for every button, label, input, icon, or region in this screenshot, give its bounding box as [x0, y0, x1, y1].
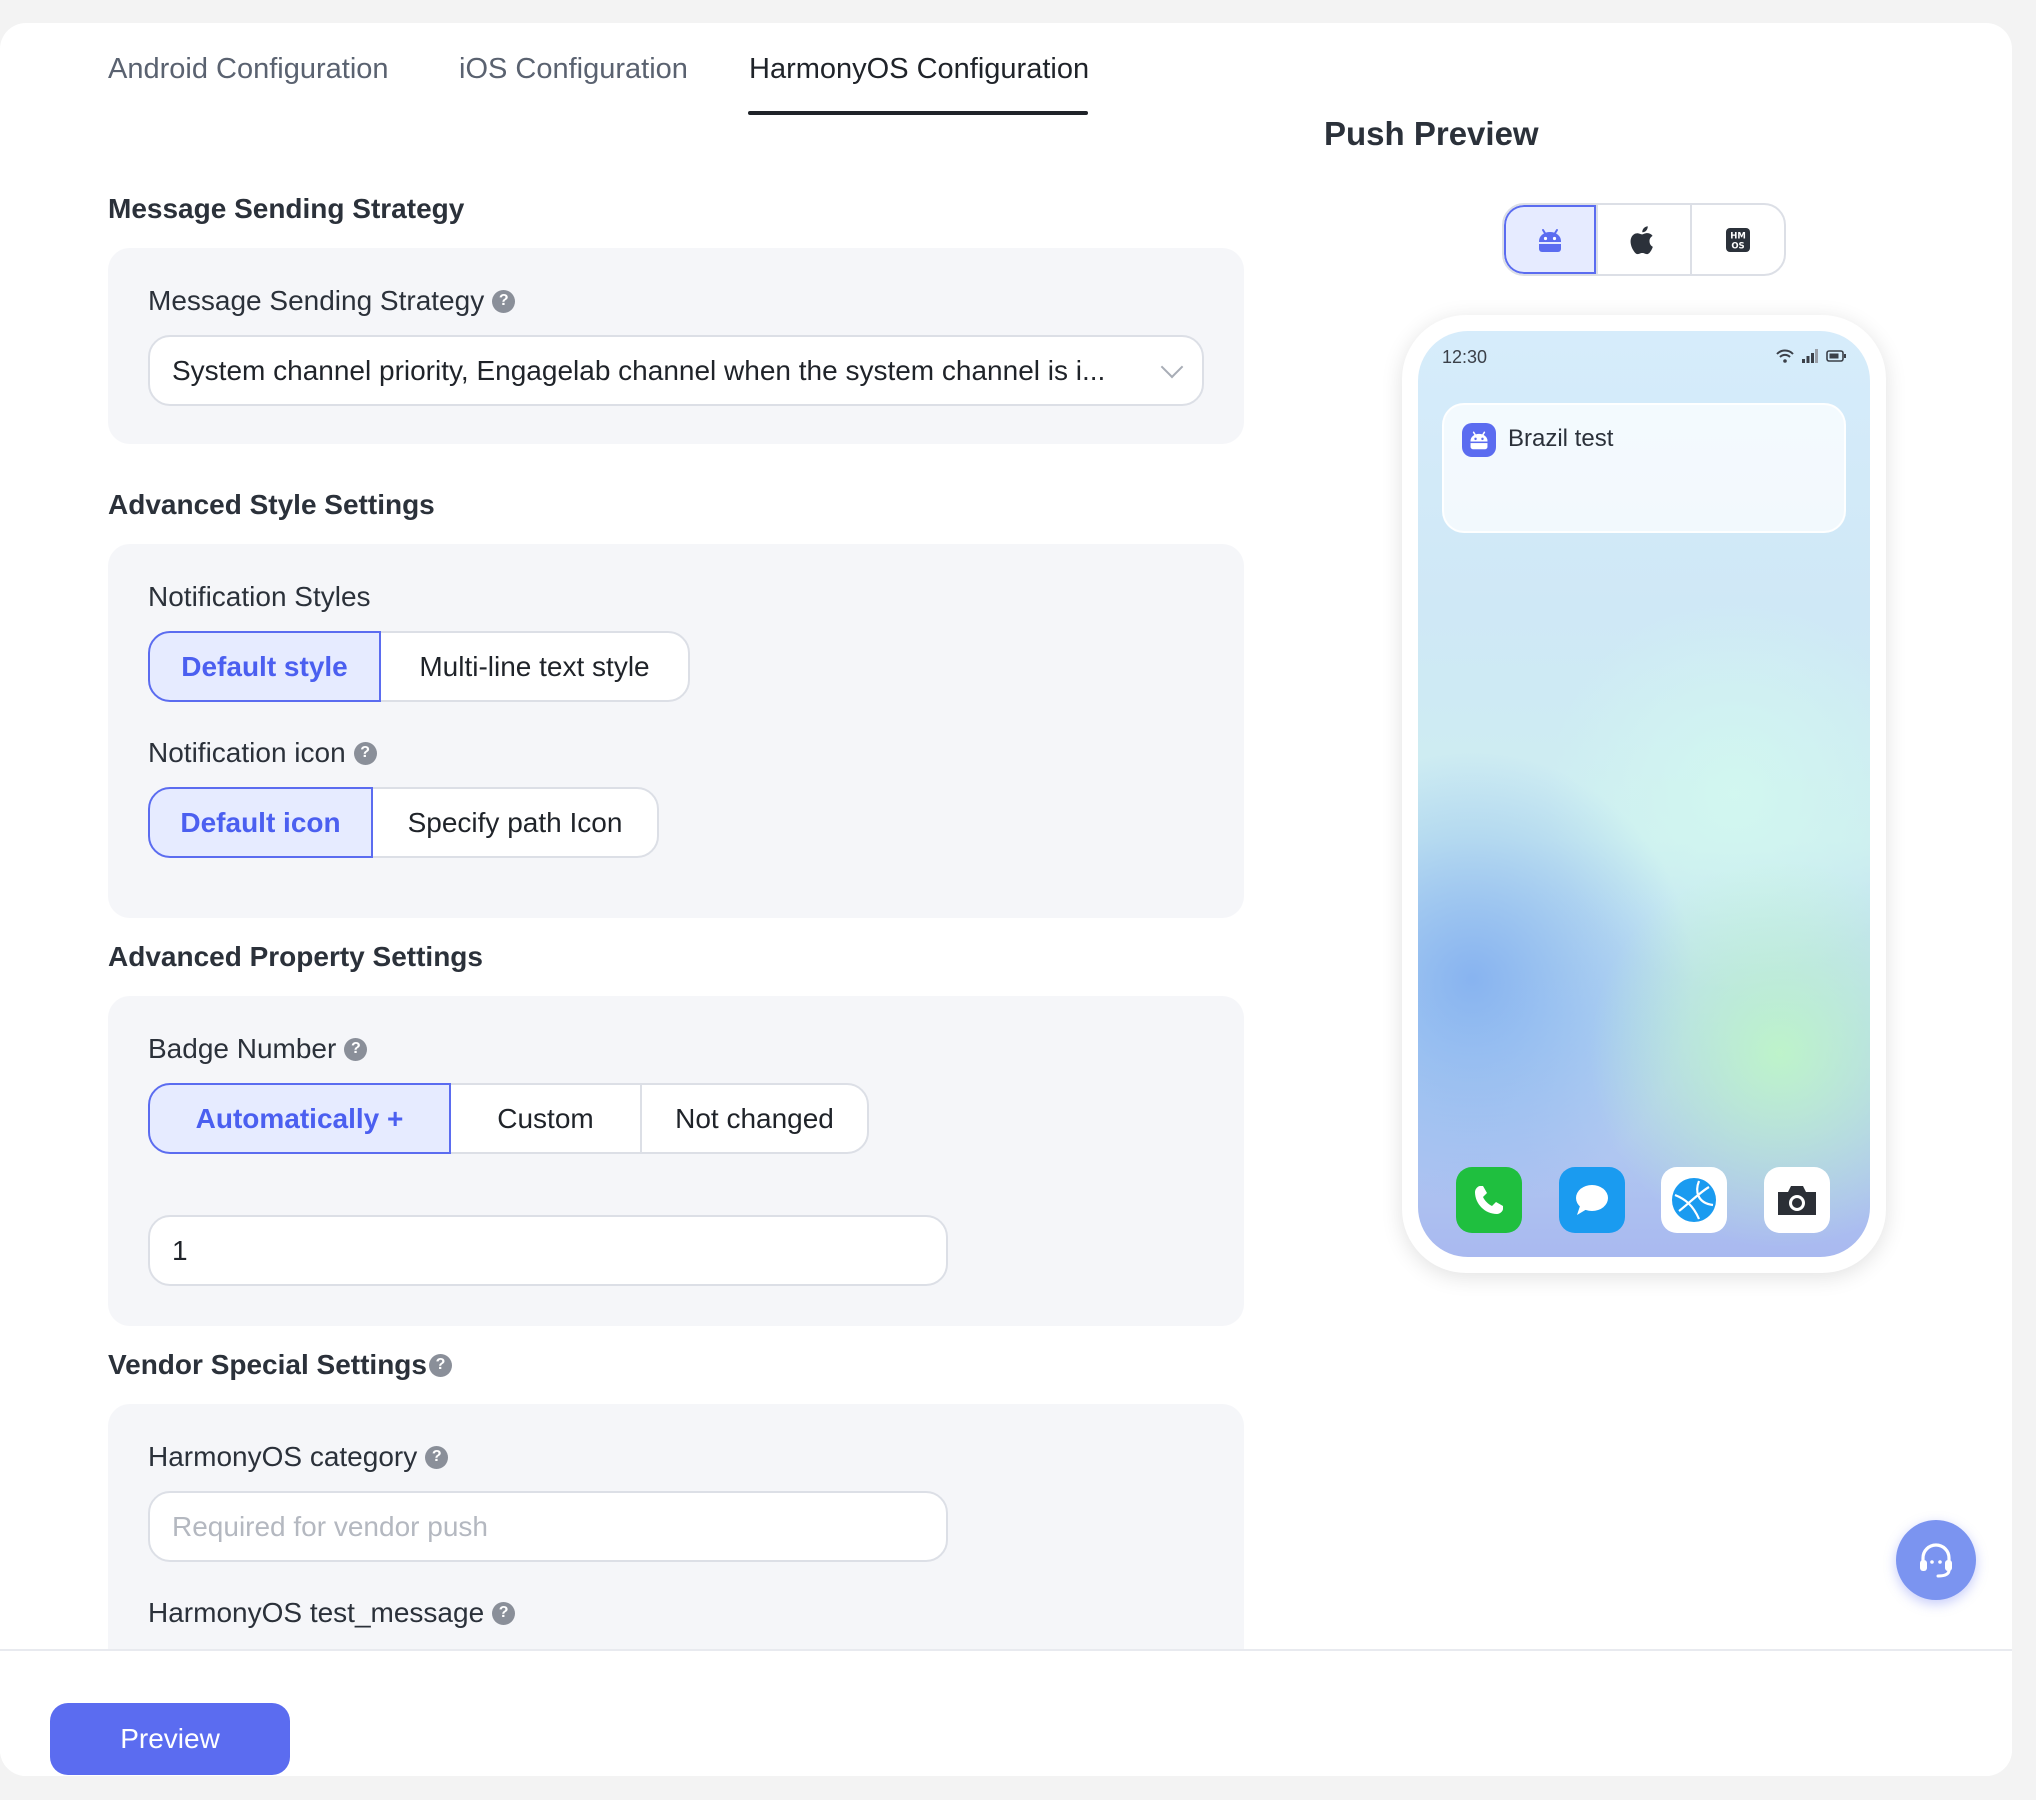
- badge-number-segmented: Automatically + Custom Not changed: [148, 1083, 869, 1154]
- tab-harmonyos-configuration[interactable]: HarmonyOS Configuration: [749, 53, 1089, 86]
- harmonyos-category-label: HarmonyOS category ?: [148, 1441, 449, 1473]
- style-panel: Notification Styles Default style Multi-…: [108, 544, 1244, 918]
- harmonyos-category-label-text: HarmonyOS category: [148, 1441, 418, 1472]
- signal-icon: [1802, 349, 1818, 363]
- automatically-plus-option[interactable]: Automatically +: [148, 1083, 451, 1154]
- help-icon[interactable]: ?: [492, 289, 516, 313]
- notification-title: Brazil test: [1508, 425, 1614, 452]
- notification-card: Brazil test: [1442, 403, 1846, 533]
- os-preview-switcher: HM OS: [1502, 203, 1786, 276]
- strategy-select-value: System channel priority, Engagelab chann…: [172, 354, 1106, 386]
- apple-icon: [1630, 225, 1653, 254]
- config-tabs: Android Configuration iOS Configuration …: [108, 23, 1208, 139]
- app-dock: [1456, 1167, 1832, 1233]
- android-preview-option[interactable]: [1504, 205, 1596, 274]
- custom-option[interactable]: Custom: [449, 1083, 642, 1154]
- section-title-strategy: Message Sending Strategy: [108, 193, 465, 224]
- help-icon[interactable]: ?: [425, 1445, 449, 1469]
- multi-line-text-style-option[interactable]: Multi-line text style: [379, 631, 690, 702]
- harmonyos-test-message-label-text: HarmonyOS test_message: [148, 1597, 485, 1628]
- help-icon[interactable]: ?: [344, 1037, 368, 1061]
- active-tab-indicator: [748, 111, 1088, 115]
- strategy-label-text: Message Sending Strategy: [148, 285, 485, 316]
- bottom-action-bar: Preview: [0, 1649, 2012, 1776]
- strategy-select[interactable]: System channel priority, Engagelab chann…: [148, 335, 1204, 406]
- notification-styles-label: Notification Styles: [148, 581, 371, 612]
- chevron-down-icon: [1160, 355, 1184, 378]
- section-title-vendor: Vendor Special Settings ?: [108, 1349, 452, 1381]
- status-bar-time: 12:30: [1442, 347, 1488, 367]
- specify-path-icon-option[interactable]: Specify path Icon: [371, 787, 659, 858]
- android-icon: [1539, 228, 1561, 252]
- not-changed-option[interactable]: Not changed: [640, 1083, 869, 1154]
- notification-icon-label-text: Notification icon: [148, 737, 346, 768]
- camera-app-icon: [1778, 1186, 1816, 1215]
- phone-screen: 12:30 Brazil test: [1418, 331, 1870, 1257]
- help-icon[interactable]: ?: [428, 1353, 452, 1377]
- svg-text:HM: HM: [1730, 231, 1746, 241]
- strategy-field-label: Message Sending Strategy ?: [148, 285, 516, 317]
- status-bar-icons: [1776, 349, 1846, 363]
- harmonyos-category-input[interactable]: [148, 1491, 948, 1562]
- messages-app-icon: [1576, 1185, 1608, 1215]
- badge-number-input[interactable]: [148, 1215, 948, 1286]
- help-icon[interactable]: ?: [353, 741, 377, 765]
- tab-ios-configuration[interactable]: iOS Configuration: [459, 53, 688, 86]
- default-icon-option[interactable]: Default icon: [148, 787, 373, 858]
- vendor-title-text: Vendor Special Settings: [108, 1349, 427, 1380]
- harmonyos-preview-option[interactable]: HM OS: [1690, 205, 1784, 274]
- section-title-style: Advanced Style Settings: [108, 489, 435, 520]
- notification-icon-label: Notification icon ?: [148, 737, 377, 769]
- badge-number-label: Badge Number ?: [148, 1033, 368, 1065]
- property-panel: Badge Number ? Automatically + Custom No…: [108, 996, 1244, 1326]
- browser-app[interactable]: [1661, 1167, 1727, 1233]
- hmos-icon: HM OS: [1726, 227, 1750, 252]
- strategy-panel: Message Sending Strategy ? System channe…: [108, 248, 1244, 444]
- default-style-option[interactable]: Default style: [148, 631, 381, 702]
- ios-preview-option[interactable]: [1596, 205, 1690, 274]
- app-icon: [1462, 423, 1496, 457]
- phone-mockup: 12:30 Brazil test: [1402, 315, 1886, 1273]
- badge-number-label-text: Badge Number: [148, 1033, 337, 1064]
- messages-app[interactable]: [1559, 1167, 1625, 1233]
- notification-icon-segmented: Default icon Specify path Icon: [148, 787, 659, 858]
- android-icon: [1470, 431, 1488, 450]
- phone-app-icon: [1475, 1186, 1503, 1214]
- camera-app[interactable]: [1764, 1167, 1830, 1233]
- help-icon[interactable]: ?: [492, 1601, 516, 1625]
- wifi-icon: [1776, 349, 1794, 363]
- battery-icon: [1826, 350, 1846, 362]
- notification-styles-segmented: Default style Multi-line text style: [148, 631, 690, 702]
- section-title-property: Advanced Property Settings: [108, 941, 483, 972]
- push-config-card: Android Configuration iOS Configuration …: [0, 23, 2012, 1776]
- headset-icon: [1920, 1543, 1952, 1578]
- customer-support-button[interactable]: [1896, 1520, 1976, 1600]
- phone-app[interactable]: [1456, 1167, 1522, 1233]
- svg-text:OS: OS: [1731, 241, 1744, 251]
- push-preview-title: Push Preview: [1324, 115, 1539, 152]
- preview-button[interactable]: Preview: [50, 1703, 290, 1775]
- browser-app-icon: [1672, 1178, 1716, 1222]
- tab-android-configuration[interactable]: Android Configuration: [108, 53, 389, 86]
- harmonyos-test-message-label: HarmonyOS test_message ?: [148, 1597, 516, 1629]
